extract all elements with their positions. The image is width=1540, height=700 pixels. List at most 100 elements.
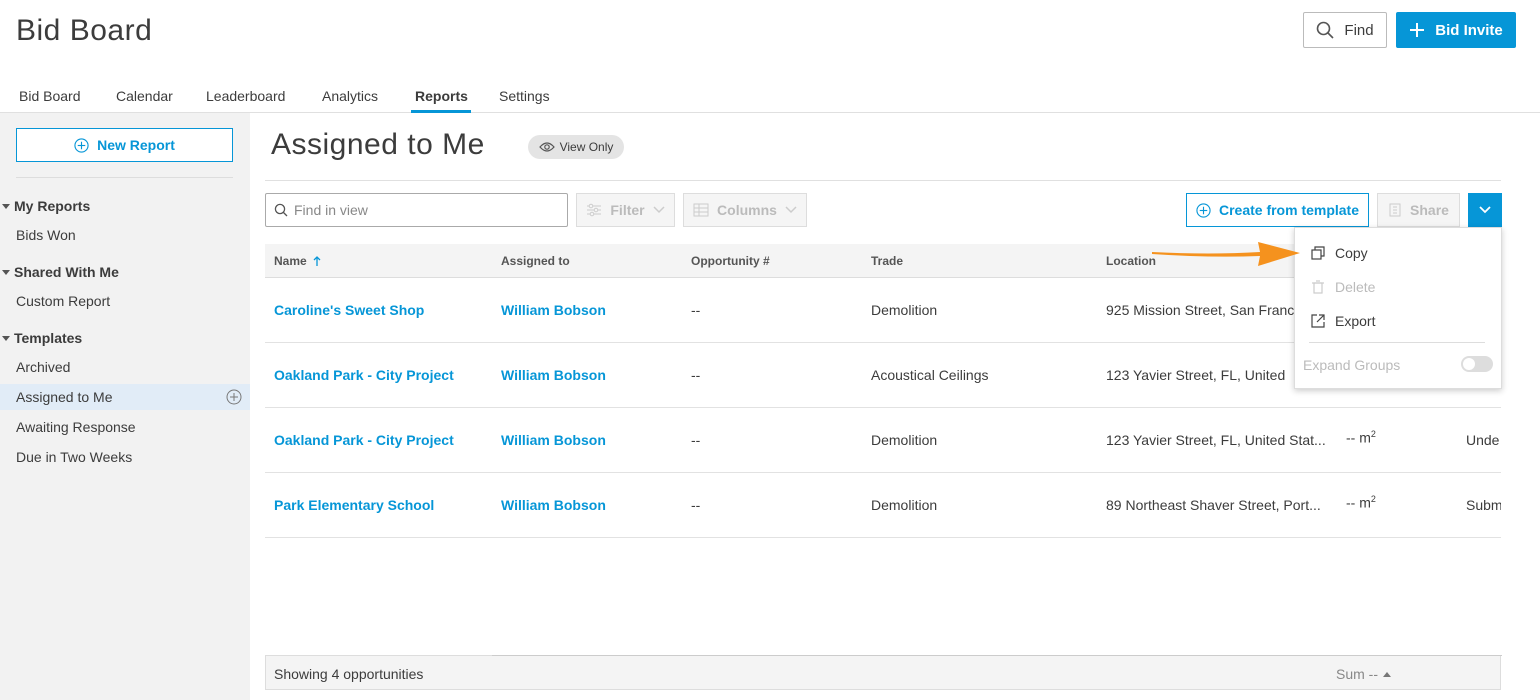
copy-icon xyxy=(1311,246,1325,260)
table-footer: Showing 4 opportunities Sum -- xyxy=(265,655,1502,690)
chevron-down-icon xyxy=(785,206,797,214)
opportunity-count: Showing 4 opportunities xyxy=(274,666,424,682)
view-only-label: View Only xyxy=(559,140,614,154)
group-label: Shared With Me xyxy=(14,264,119,280)
opportunity-name-link[interactable]: Park Elementary School xyxy=(274,497,434,513)
opportunity-name-link[interactable]: Oakland Park - City Project xyxy=(274,432,454,448)
menu-item-export[interactable]: Export xyxy=(1311,313,1375,329)
create-from-template-label: Create from template xyxy=(1218,202,1360,218)
table-icon xyxy=(693,203,709,217)
area-unit-exponent: 2 xyxy=(1370,429,1376,439)
annotation-arrow xyxy=(1152,242,1300,266)
opportunity-name-link[interactable]: Oakland Park - City Project xyxy=(274,367,454,383)
tab-settings[interactable]: Settings xyxy=(499,88,550,104)
assignee-link[interactable]: William Bobson xyxy=(501,432,606,448)
more-options-menu: Copy Delete Export Expand Groups xyxy=(1294,227,1502,389)
trade-cell: Acoustical Ceilings xyxy=(871,367,989,383)
add-circle-icon[interactable] xyxy=(226,389,242,405)
table-row[interactable]: Oakland Park - City Project William Bobs… xyxy=(265,408,1501,473)
bid-invite-button[interactable]: Bid Invite xyxy=(1396,12,1516,48)
sidebar: New Report My Reports Bids Won Shared Wi… xyxy=(0,113,250,700)
sidebar-item-due-in-two-weeks[interactable]: Due in Two Weeks xyxy=(0,444,250,470)
location-cell: 123 Yavier Street, FL, United Stat... xyxy=(1106,432,1326,448)
group-templates[interactable]: Templates xyxy=(2,330,82,346)
group-label: My Reports xyxy=(14,198,91,214)
chevron-down-icon xyxy=(1479,206,1491,214)
sort-ascending-icon xyxy=(313,255,321,266)
column-header-name[interactable]: Name xyxy=(274,254,321,268)
column-header-trade[interactable]: Trade xyxy=(871,254,903,268)
add-circle-icon xyxy=(74,137,89,153)
footer-separator xyxy=(492,655,1502,656)
sliders-icon xyxy=(587,203,602,217)
columns-button[interactable]: Columns xyxy=(683,193,807,227)
menu-item-delete[interactable]: Delete xyxy=(1311,279,1375,295)
sidebar-item-archived[interactable]: Archived xyxy=(0,354,250,380)
sidebar-item-label: Assigned to Me xyxy=(16,389,113,405)
location-cell: 925 Mission Street, San Francisco xyxy=(1106,302,1296,318)
tab-bar: Bid Board Calendar Leaderboard Analytics… xyxy=(0,80,1540,113)
find-in-view-field[interactable] xyxy=(265,193,568,227)
tab-leaderboard[interactable]: Leaderboard xyxy=(206,88,285,104)
sidebar-item-assigned-to-me[interactable]: Assigned to Me xyxy=(0,384,250,410)
menu-item-copy[interactable]: Copy xyxy=(1311,245,1368,261)
find-button[interactable]: Find xyxy=(1303,12,1387,48)
sidebar-divider xyxy=(16,177,233,178)
sidebar-item-custom-report[interactable]: Custom Report xyxy=(0,288,250,314)
search-icon xyxy=(1317,21,1334,39)
expand-groups-toggle[interactable] xyxy=(1461,356,1493,372)
tab-calendar[interactable]: Calendar xyxy=(116,88,173,104)
column-label: Name xyxy=(274,254,307,268)
filter-button[interactable]: Filter xyxy=(576,193,675,227)
opportunity-name-link[interactable]: Caroline's Sweet Shop xyxy=(274,302,424,318)
sidebar-item-label: Awaiting Response xyxy=(16,419,136,435)
sidebar-item-bids-won[interactable]: Bids Won xyxy=(0,222,250,248)
sidebar-item-label: Archived xyxy=(16,359,71,375)
chevron-down-icon xyxy=(653,206,665,214)
column-header-opportunity[interactable]: Opportunity # xyxy=(691,254,770,268)
more-options-button[interactable] xyxy=(1468,193,1502,227)
area-cell: -- m2 xyxy=(1346,494,1376,511)
bid-invite-label: Bid Invite xyxy=(1435,21,1503,39)
eye-icon xyxy=(538,142,555,152)
building-icon xyxy=(1389,203,1401,217)
table-row[interactable]: Park Elementary School William Bobson --… xyxy=(265,473,1501,538)
create-from-template-button[interactable]: Create from template xyxy=(1186,193,1369,227)
status-cell: Subm xyxy=(1466,497,1501,513)
assignee-link[interactable]: William Bobson xyxy=(501,302,606,318)
location-cell: 89 Northeast Shaver Street, Port... xyxy=(1106,497,1321,513)
add-circle-icon xyxy=(1196,202,1211,218)
sidebar-item-awaiting-response[interactable]: Awaiting Response xyxy=(0,414,250,440)
sum-label: Sum -- xyxy=(1336,666,1378,682)
caret-down-icon xyxy=(2,335,10,341)
trade-cell: Demolition xyxy=(871,432,938,448)
group-shared-with-me[interactable]: Shared With Me xyxy=(2,264,119,280)
find-label: Find xyxy=(1344,21,1374,39)
assignee-link[interactable]: William Bobson xyxy=(501,367,606,383)
opportunity-number: -- xyxy=(691,367,701,383)
group-my-reports[interactable]: My Reports xyxy=(2,198,90,214)
area-cell: -- m2 xyxy=(1346,429,1376,446)
trade-cell: Demolition xyxy=(871,302,938,318)
new-report-button[interactable]: New Report xyxy=(16,128,233,162)
tab-bid-board[interactable]: Bid Board xyxy=(19,88,80,104)
area-value: -- m xyxy=(1346,429,1371,446)
opportunity-number: -- xyxy=(691,302,701,318)
columns-label: Columns xyxy=(717,202,777,218)
caret-down-icon xyxy=(2,203,10,209)
plus-icon xyxy=(1410,23,1425,37)
menu-item-label: Export xyxy=(1335,313,1376,329)
find-in-view-input[interactable] xyxy=(294,202,554,218)
tab-analytics[interactable]: Analytics xyxy=(322,88,378,104)
sum-dropdown[interactable]: Sum -- xyxy=(1336,666,1392,682)
sidebar-item-label: Bids Won xyxy=(16,227,76,243)
share-label: Share xyxy=(1410,202,1449,218)
assignee-link[interactable]: William Bobson xyxy=(501,497,606,513)
export-icon xyxy=(1311,314,1325,328)
column-header-assigned-to[interactable]: Assigned to xyxy=(501,254,570,268)
tab-reports[interactable]: Reports xyxy=(415,88,468,104)
active-tab-indicator xyxy=(411,110,471,113)
column-header-location[interactable]: Location xyxy=(1106,254,1156,268)
group-label: Templates xyxy=(14,330,83,346)
share-button[interactable]: Share xyxy=(1377,193,1460,227)
